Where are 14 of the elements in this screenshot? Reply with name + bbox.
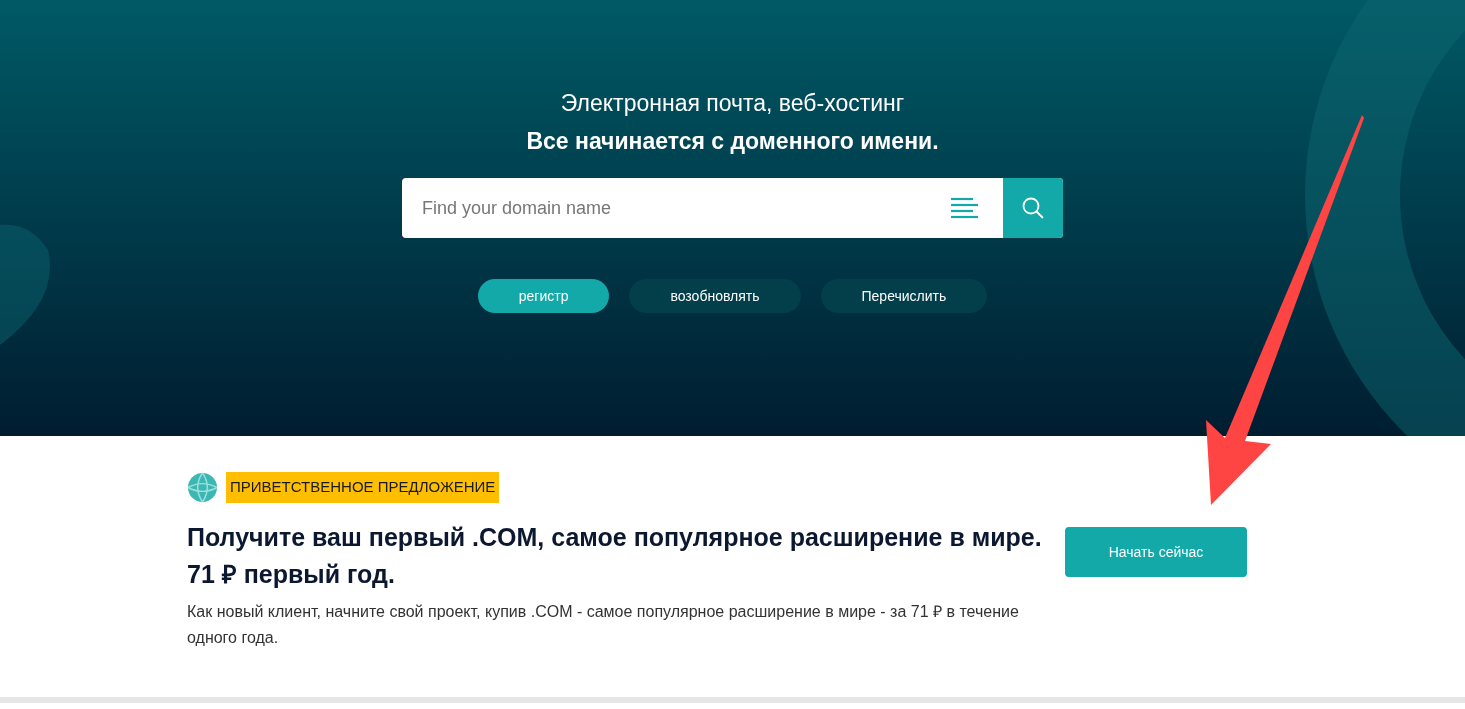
offer-price: 71 ₽ первый год. bbox=[187, 559, 396, 590]
hero-title: Электронная почта, веб-хостинг bbox=[559, 89, 906, 118]
search-bar[interactable]: Find your domain name bbox=[402, 178, 1063, 238]
search-mode-tab[interactable]: возобновлять bbox=[629, 279, 801, 313]
list-icon[interactable] bbox=[951, 197, 979, 219]
globe-icon bbox=[187, 472, 218, 503]
search-button[interactable] bbox=[1003, 178, 1063, 238]
search-mode-tab[interactable]: Перечислить bbox=[820, 279, 988, 313]
offer-description: Как новый клиент, начните свой проект, купив .COM - самое популярное расширение в мире - за 71 ₽ в течение одного года. bbox=[187, 602, 1020, 648]
offer-headline: Получите ваш первый .COM, самое популярное расширение в мире. bbox=[187, 522, 1043, 553]
search-icon bbox=[1022, 197, 1044, 219]
domain-search-field[interactable]: Find your domain name bbox=[402, 194, 951, 222]
hero-subtitle: Все начинается с доменного имени. bbox=[525, 127, 940, 156]
offer-tag: ПРИВЕТСТВЕННОЕ ПРЕДЛОЖЕНИЕ bbox=[226, 472, 500, 503]
